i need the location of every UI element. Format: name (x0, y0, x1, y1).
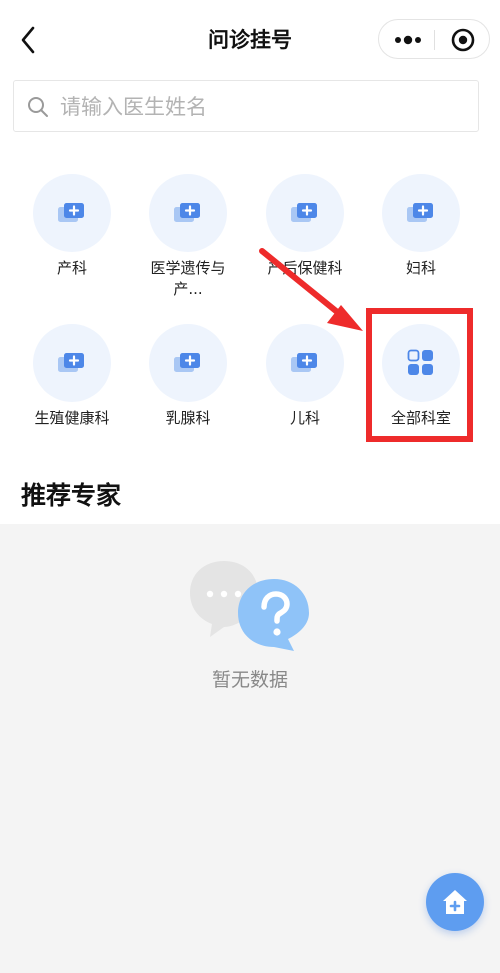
department-label: 全部科室 (390, 409, 451, 427)
department-item-obstetrics[interactable]: 产科 (14, 174, 130, 279)
empty-state: 暂无数据 (0, 524, 500, 973)
more-dots-icon (395, 35, 421, 45)
department-label: 妇科 (405, 259, 436, 277)
nav-bar: 问诊挂号 (0, 0, 500, 80)
department-icon (174, 203, 200, 222)
department-item-gynecology[interactable]: 妇科 (363, 174, 479, 279)
department-label: 生殖健康科 (34, 409, 110, 427)
department-icon-circle (266, 324, 344, 402)
department-icon (291, 203, 317, 222)
department-icon-circle (266, 174, 344, 252)
department-item-postpartum[interactable]: 产后保健科 (247, 174, 363, 279)
section-title-recommended-experts: 推荐专家 (21, 481, 122, 510)
department-icon (407, 203, 433, 222)
empty-text: 暂无数据 (211, 669, 288, 691)
department-icon (58, 353, 84, 372)
department-label: 医学遗传与产... (150, 259, 226, 298)
department-icon-circle (382, 174, 460, 252)
department-label: 产后保健科 (267, 259, 343, 277)
department-icon (58, 203, 84, 222)
search-icon (28, 97, 48, 117)
department-item-pediatrics[interactable]: 儿科 (247, 324, 363, 429)
department-item-reproductive-health[interactable]: 生殖健康科 (14, 324, 130, 429)
home-fab-button[interactable] (426, 873, 484, 931)
department-label: 乳腺科 (165, 409, 211, 427)
grid-icon (407, 349, 433, 375)
department-icon-circle (149, 174, 227, 252)
empty-chat-icon (190, 561, 309, 651)
department-icon-circle (149, 324, 227, 402)
department-icon-circle (33, 174, 111, 252)
department-icon-circle (382, 324, 460, 402)
department-item-breast[interactable]: 乳腺科 (130, 324, 246, 429)
department-icon (174, 353, 200, 372)
mini-program-capsule (378, 19, 490, 59)
department-item-genetics[interactable]: 医学遗传与产... (130, 174, 246, 300)
search-box[interactable] (13, 80, 479, 132)
close-button[interactable] (435, 20, 489, 58)
home-icon (443, 890, 467, 914)
department-item-all[interactable]: 全部科室 (363, 324, 479, 429)
more-button[interactable] (379, 20, 435, 58)
department-label: 产科 (56, 259, 87, 277)
department-label: 儿科 (289, 409, 320, 427)
department-icon (291, 353, 317, 372)
search-input[interactable] (58, 91, 462, 123)
department-icon-circle (33, 324, 111, 402)
target-close-icon (451, 28, 475, 52)
